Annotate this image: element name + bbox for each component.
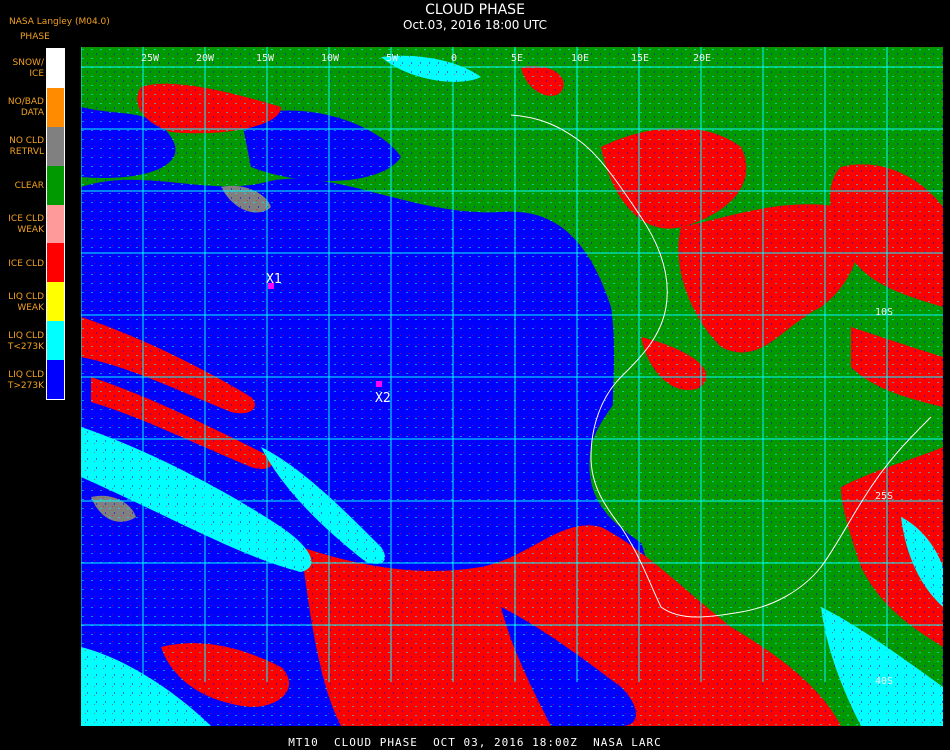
- lon-label-0: 0: [451, 53, 457, 64]
- map-timestamp: Oct.03, 2016 18:00 UTC: [403, 18, 547, 32]
- legend-label-liquid-cloud-weak: LIQ CLD WEAK: [8, 292, 44, 313]
- pixel-texture-overlay: [81, 47, 943, 726]
- lon-label-10e: 10E: [571, 53, 589, 64]
- legend-swatch-no-bad-data: [47, 87, 64, 127]
- legend-swatch-ice-cloud-weak: [47, 204, 64, 244]
- legend-swatch-clear: [47, 165, 64, 205]
- legend-swatch-ice-cloud: [47, 243, 64, 283]
- legend-swatch-liquid-cloud-cold: [47, 321, 64, 361]
- marker-x1: X1: [266, 272, 282, 289]
- legend-colorbar: [46, 48, 65, 400]
- footer-caption: MT10 CLOUD PHASE OCT 03, 2016 18:00Z NAS…: [288, 736, 662, 749]
- legend-title: PHASE: [20, 32, 50, 42]
- legend-label-liquid-cloud-warm: LIQ CLD T>273K: [7, 370, 44, 391]
- legend-label-ice-cloud: ICE CLD: [8, 259, 44, 269]
- legend-label-no-cloud-retrieval: NO CLD RETRVL: [9, 136, 44, 157]
- lon-label-10w: 10W: [321, 53, 340, 64]
- legend-label-ice-cloud-weak: ICE CLD WEAK: [8, 214, 44, 235]
- legend-label-liquid-cloud-cold: LIQ CLD T<273K: [7, 331, 44, 352]
- legend-label-snow-ice: SNOW/ ICE: [12, 58, 44, 79]
- legend-swatch-liquid-cloud-warm: [47, 360, 64, 400]
- lon-label-20e: 20E: [693, 53, 711, 64]
- legend-swatch-no-cloud-retrieval: [47, 126, 64, 166]
- legend-label-clear: CLEAR: [14, 181, 44, 191]
- provider-label: NASA Langley (M04.0): [9, 17, 110, 27]
- map-title: CLOUD PHASE: [425, 2, 525, 18]
- lon-label-15w: 15W: [256, 53, 275, 64]
- lon-label-20w: 20W: [196, 53, 215, 64]
- lon-label-5e: 5E: [511, 53, 523, 64]
- marker-x2-label: X2: [375, 391, 391, 406]
- marker-x2-dot: [376, 381, 382, 387]
- lat-label-25s: 25S: [875, 491, 893, 502]
- lon-label-25w: 25W: [141, 53, 160, 64]
- lat-label-40s: 40S: [875, 676, 893, 687]
- cloud-phase-map: 25W 20W 15W 10W 5W 0 5E 10E 15E 20E 10S …: [81, 47, 943, 726]
- lon-label-5w: 5W: [386, 53, 399, 64]
- legend-label-no-bad-data: NO/BAD DATA: [7, 97, 44, 118]
- lat-label-10s: 10S: [875, 307, 893, 318]
- legend-swatch-snow-ice: [47, 49, 64, 88]
- lon-label-15e: 15E: [631, 53, 649, 64]
- legend-swatch-liquid-cloud-weak: [47, 282, 64, 322]
- marker-x1-label: X1: [266, 272, 282, 287]
